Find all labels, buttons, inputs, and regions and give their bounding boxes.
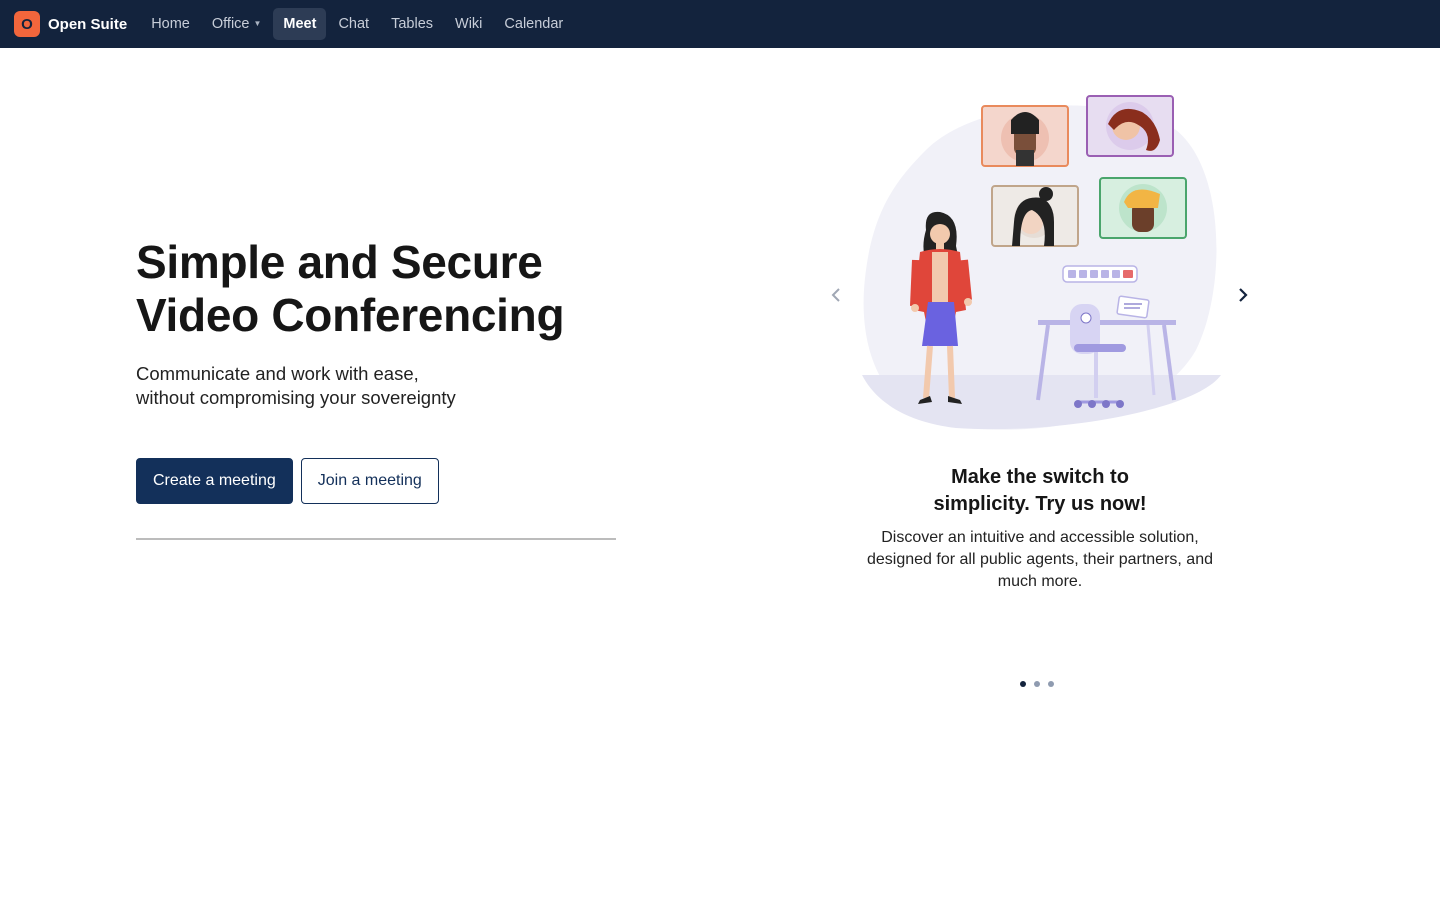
video-conference-illustration — [862, 95, 1221, 430]
nav-item-meet[interactable]: Meet — [273, 8, 327, 40]
brand[interactable]: O Open Suite — [14, 11, 127, 37]
slide-title: Make the switch to simplicity. Try us no… — [840, 464, 1240, 518]
brand-name: Open Suite — [48, 15, 128, 33]
carousel-dot-1[interactable] — [1020, 681, 1026, 687]
hero-title-line-1: Simple and Secure — [136, 236, 543, 288]
hero-subtitle: Communicate and work with ease, without … — [136, 362, 656, 410]
nav-item-chat[interactable]: Chat — [328, 8, 379, 40]
slide-title-line-2: simplicity. Try us now! — [933, 493, 1147, 515]
nav-item-wiki[interactable]: Wiki — [445, 8, 492, 40]
hero-title: Simple and Secure Video Conferencing — [136, 236, 656, 342]
nav-item-tables[interactable]: Tables — [381, 8, 443, 40]
nav-item-office-label: Office — [211, 16, 250, 32]
feature-carousel: Make the switch to simplicity. Try us no… — [820, 80, 1260, 720]
brand-logo: O — [14, 11, 40, 37]
join-meeting-button[interactable]: Join a meeting — [300, 458, 439, 504]
create-meeting-button[interactable]: Create a meeting — [136, 458, 293, 504]
nav-item-office[interactable]: Office ▼ — [202, 8, 272, 40]
chevron-right-icon[interactable] — [1231, 283, 1255, 307]
carousel-dot-2[interactable] — [1034, 681, 1040, 687]
nav-item-home[interactable]: Home — [141, 8, 200, 40]
chevron-left-icon[interactable] — [824, 283, 848, 307]
hero-title-line-2: Video Conferencing — [136, 289, 565, 341]
slide-title-line-1: Make the switch to — [951, 466, 1129, 488]
hero-divider — [136, 538, 616, 540]
main-nav: Home Office ▼ Meet Chat Tables Wiki Calen… — [141, 0, 575, 48]
hero-actions: Create a meeting Join a meeting — [136, 458, 656, 504]
slide-description: Discover an intuitive and accessible sol… — [867, 529, 1213, 590]
hero-section: Simple and Secure Video Conferencing Com… — [136, 236, 656, 504]
carousel-dot-3[interactable] — [1048, 681, 1054, 687]
carousel-pagination — [1020, 681, 1062, 687]
caret-down-icon: ▼ — [253, 19, 262, 29]
hero-subtitle-line-1: Communicate and work with ease, — [136, 363, 419, 384]
nav-item-calendar[interactable]: Calendar — [494, 8, 573, 40]
top-navigation-bar: O Open Suite Home Office ▼ Meet Chat Tabl… — [0, 0, 1440, 48]
hero-subtitle-line-2: without compromising your sovereignty — [136, 387, 456, 408]
